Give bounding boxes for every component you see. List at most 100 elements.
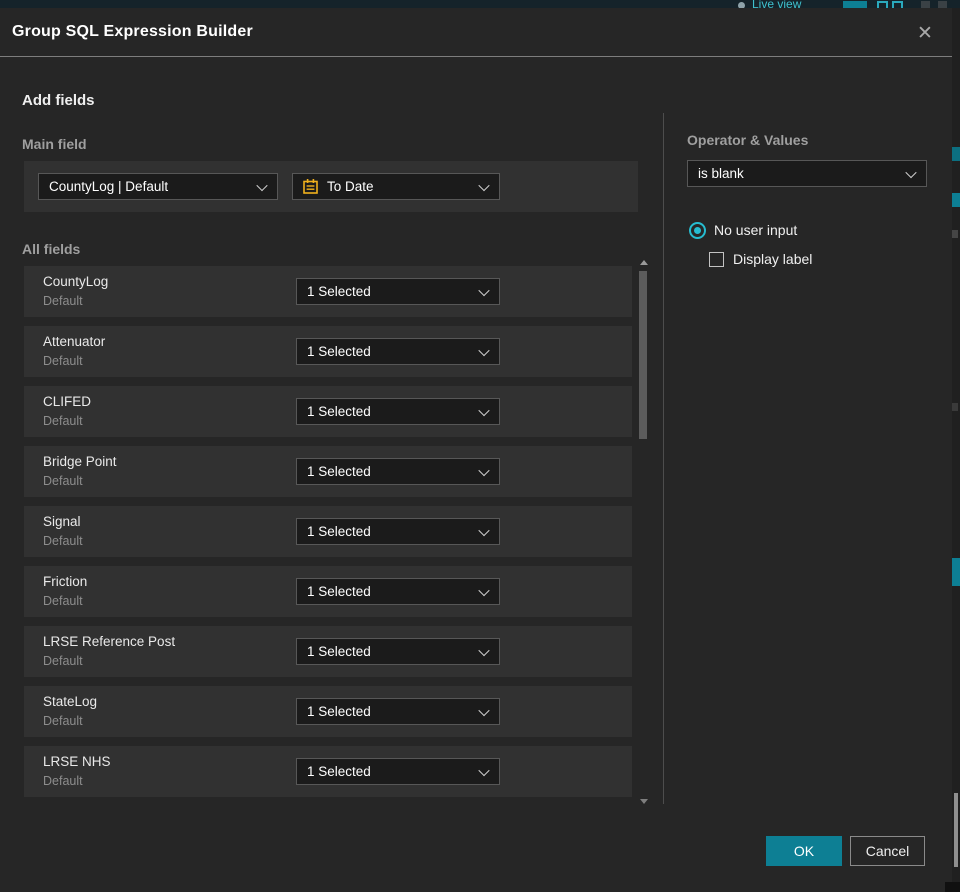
field-row-bridge-point: Bridge Point Default 1 Selected	[24, 446, 632, 497]
field-selected-dropdown[interactable]: 1 Selected	[296, 398, 500, 425]
field-selected-dropdown[interactable]: 1 Selected	[296, 278, 500, 305]
field-row-lrse-nhs: LRSE NHS Default 1 Selected	[24, 746, 632, 797]
background-toolbar-button	[921, 1, 930, 8]
field-selected-value: 1 Selected	[307, 584, 371, 599]
background-fragment	[945, 882, 960, 892]
panel-divider	[663, 113, 664, 804]
chevron-down-icon	[905, 166, 917, 178]
chevron-down-icon	[478, 584, 490, 596]
field-name: LRSE Reference Post	[43, 634, 176, 649]
live-view-label: Live view	[752, 0, 802, 8]
group-sql-expression-builder-dialog: Group SQL Expression Builder ✕ Add field…	[0, 8, 952, 882]
chevron-down-icon	[478, 704, 490, 716]
chevron-down-icon	[478, 524, 490, 536]
main-field-panel: CountyLog | Default To Date	[24, 161, 638, 212]
checkbox-unchecked-icon	[709, 251, 724, 267]
main-field-select-value: CountyLog | Default	[49, 179, 169, 194]
field-selected-dropdown[interactable]: 1 Selected	[296, 638, 500, 665]
main-field-select[interactable]: CountyLog | Default	[38, 173, 278, 200]
radio-dot	[694, 226, 701, 234]
background-app-bottom-strip	[0, 882, 960, 892]
display-label-text: Display label	[733, 251, 813, 267]
background-fragment	[952, 403, 958, 411]
field-name: Friction	[43, 574, 88, 589]
background-toolbar-button	[843, 1, 867, 8]
field-name: Signal	[43, 514, 81, 529]
field-subtitle: Default	[43, 654, 83, 668]
background-toolbar-button	[892, 1, 903, 8]
field-subtitle: Default	[43, 774, 83, 788]
chevron-down-icon	[478, 344, 490, 356]
chevron-down-icon	[478, 179, 490, 191]
background-fragment	[952, 193, 960, 207]
field-row-attenuator: Attenuator Default 1 Selected	[24, 326, 632, 377]
operator-values-label: Operator & Values	[687, 132, 809, 148]
field-name: StateLog	[43, 694, 98, 709]
background-toolbar-button	[877, 1, 888, 8]
no-user-input-label: No user input	[714, 222, 798, 238]
cancel-button[interactable]: Cancel	[850, 836, 925, 866]
background-scrollbar-fragment	[954, 793, 958, 867]
field-subtitle: Default	[43, 354, 83, 368]
field-selected-value: 1 Selected	[307, 344, 371, 359]
calendar-icon	[303, 179, 318, 194]
field-selected-value: 1 Selected	[307, 644, 371, 659]
dialog-title: Group SQL Expression Builder	[12, 23, 253, 40]
field-name: CountyLog	[43, 274, 109, 289]
field-selected-value: 1 Selected	[307, 404, 371, 419]
field-selected-value: 1 Selected	[307, 464, 371, 479]
radio-selected-icon	[689, 221, 706, 239]
field-subtitle: Default	[43, 534, 83, 548]
field-row-countylog: CountyLog Default 1 Selected	[24, 266, 632, 317]
all-fields-scrollbar[interactable]	[639, 258, 648, 806]
add-fields-heading: Add fields	[22, 92, 95, 109]
field-row-lrse-reference-post: LRSE Reference Post Default 1 Selected	[24, 626, 632, 677]
field-name: CLIFED	[43, 394, 92, 409]
chevron-down-icon	[478, 284, 490, 296]
field-subtitle: Default	[43, 414, 83, 428]
field-selected-dropdown[interactable]: 1 Selected	[296, 758, 500, 785]
field-selected-dropdown[interactable]: 1 Selected	[296, 578, 500, 605]
operator-select[interactable]: is blank	[687, 160, 927, 187]
main-field-type-value: To Date	[327, 179, 374, 194]
scroll-down-icon[interactable]	[640, 799, 648, 804]
chevron-down-icon	[478, 764, 490, 776]
field-name: Bridge Point	[43, 454, 117, 469]
field-subtitle: Default	[43, 714, 83, 728]
field-selected-dropdown[interactable]: 1 Selected	[296, 518, 500, 545]
field-subtitle: Default	[43, 594, 83, 608]
background-fragment	[952, 558, 960, 586]
operator-select-value: is blank	[698, 166, 744, 181]
field-selected-dropdown[interactable]: 1 Selected	[296, 338, 500, 365]
main-field-label: Main field	[22, 136, 87, 152]
background-app-right-sliver	[952, 8, 960, 882]
field-row-signal: Signal Default 1 Selected	[24, 506, 632, 557]
field-row-friction: Friction Default 1 Selected	[24, 566, 632, 617]
close-icon[interactable]: ✕	[912, 20, 938, 46]
scrollbar-thumb[interactable]	[639, 271, 647, 439]
field-selected-dropdown[interactable]: 1 Selected	[296, 698, 500, 725]
field-row-clifed: CLIFED Default 1 Selected	[24, 386, 632, 437]
main-field-type-select[interactable]: To Date	[292, 173, 500, 200]
dialog-title-bar: Group SQL Expression Builder ✕	[0, 8, 952, 57]
chevron-down-icon	[478, 404, 490, 416]
field-selected-value: 1 Selected	[307, 764, 371, 779]
field-subtitle: Default	[43, 294, 83, 308]
chevron-down-icon	[256, 179, 268, 191]
background-toolbar-button	[938, 1, 947, 8]
background-fragment	[952, 230, 958, 238]
background-app-top-strip: Live view	[0, 0, 960, 8]
background-fragment	[952, 147, 960, 161]
display-label-checkbox[interactable]: Display label	[709, 251, 812, 267]
field-selected-value: 1 Selected	[307, 524, 371, 539]
chevron-down-icon	[478, 464, 490, 476]
field-name: LRSE NHS	[43, 754, 111, 769]
ok-button[interactable]: OK	[766, 836, 842, 866]
field-name: Attenuator	[43, 334, 106, 349]
scroll-up-icon[interactable]	[640, 260, 648, 265]
all-fields-label: All fields	[22, 241, 81, 257]
field-subtitle: Default	[43, 474, 83, 488]
field-selected-value: 1 Selected	[307, 284, 371, 299]
field-selected-dropdown[interactable]: 1 Selected	[296, 458, 500, 485]
no-user-input-radio[interactable]: No user input	[689, 221, 797, 239]
